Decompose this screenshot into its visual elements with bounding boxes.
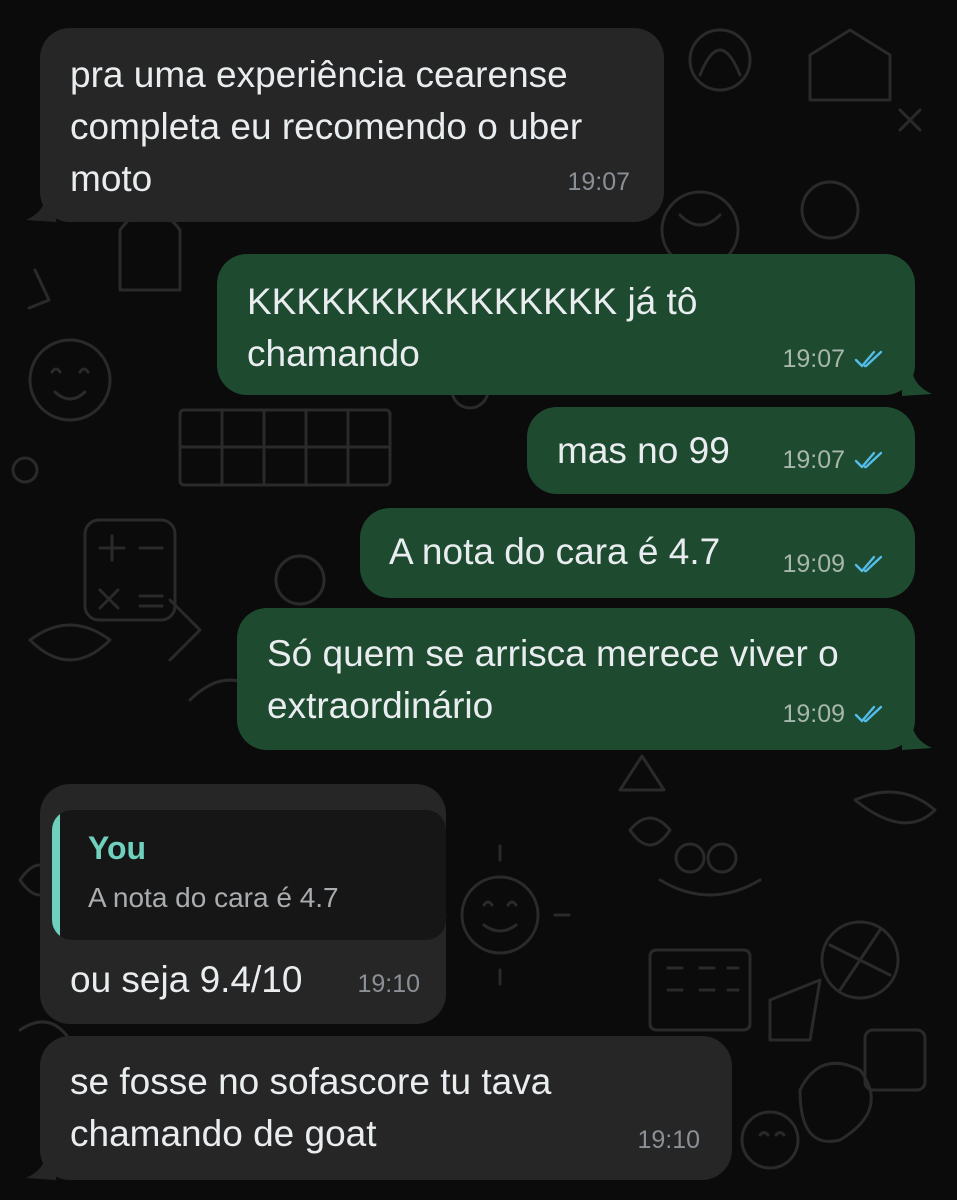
message-text-line: se fosse no sofascore tu tava <box>70 1061 552 1102</box>
outgoing-message[interactable]: KKKKKKKKKKKKKKK já tô chamando 19:07 <box>217 254 915 395</box>
double-check-read-icon <box>854 555 883 573</box>
incoming-message[interactable]: pra uma experiência cearense completa eu… <box>40 28 664 222</box>
outgoing-message[interactable]: Só quem se arrisca merece viver o extrao… <box>237 608 915 750</box>
message-timestamp: 19:07 <box>567 168 630 196</box>
message-timestamp: 19:10 <box>357 970 420 998</box>
message-text-line: Só quem se arrisca merece viver o <box>267 633 839 674</box>
message-text-line: pra uma experiência cearense <box>70 54 568 95</box>
message-timestamp: 19:09 <box>782 550 845 578</box>
message-timestamp: 19:09 <box>782 700 845 728</box>
message-text-line: mas no 99 <box>557 430 730 471</box>
outgoing-message[interactable]: A nota do cara é 4.7 19:09 <box>360 508 915 598</box>
incoming-message[interactable]: se fosse no sofascore tu tava chamando d… <box>40 1036 732 1180</box>
message-text-line: completa eu recomendo o uber <box>70 106 583 147</box>
message-text-line: ou seja 9.4/10 <box>70 959 303 1000</box>
message-text-line: A nota do cara é 4.7 <box>389 531 721 572</box>
double-check-read-icon <box>854 350 883 368</box>
double-check-read-icon <box>854 451 883 469</box>
message-timestamp: 19:10 <box>637 1126 700 1154</box>
message-text-line: chamando de goat <box>70 1113 377 1154</box>
message-text-line: extraordinário <box>267 685 494 726</box>
double-check-read-icon <box>854 705 883 723</box>
message-text-line: moto <box>70 158 153 199</box>
message-timestamp: 19:07 <box>782 446 845 474</box>
message-timestamp: 19:07 <box>782 345 845 373</box>
outgoing-message[interactable]: mas no 99 19:07 <box>527 407 915 494</box>
message-text-line: chamando <box>247 333 420 374</box>
message-text-line: KKKKKKKKKKKKKKK já tô <box>247 281 698 322</box>
